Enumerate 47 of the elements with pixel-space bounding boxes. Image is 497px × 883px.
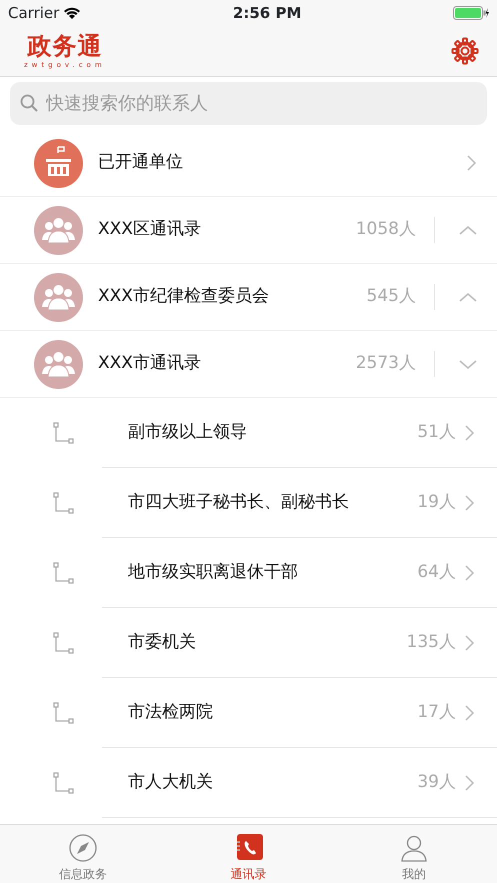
branch-icon	[52, 491, 76, 515]
group-icon	[34, 340, 83, 388]
member-count: 64人	[417, 560, 456, 584]
building-icon	[34, 138, 83, 188]
carrier-name: Carrier	[8, 2, 60, 24]
member-count: 1058人	[356, 218, 416, 242]
branch-icon	[52, 561, 76, 585]
chevron-icon	[464, 494, 475, 512]
settings-icon[interactable]	[451, 37, 479, 65]
member-count: 17人	[417, 700, 456, 724]
group-icon	[34, 206, 83, 254]
member-count: 2573人	[356, 352, 416, 376]
battery-icon	[453, 6, 489, 20]
chevron-icon	[464, 634, 475, 652]
status-time: 2:56 PM	[232, 2, 302, 24]
member-count: 39人	[417, 770, 456, 794]
subgroup-row[interactable]: 市四大班子秘书长、副秘书长 19人	[102, 468, 497, 538]
subgroup-row[interactable]: 市法检两院 17人	[102, 678, 497, 748]
subgroup-row[interactable]: 副市级以上领导 51人	[102, 398, 497, 468]
group-row[interactable]: XXX市纪律检查委员会 545人	[0, 264, 497, 331]
branch-icon	[52, 771, 76, 795]
compass-icon	[68, 833, 98, 862]
units-row[interactable]: 已开通单位	[0, 130, 497, 197]
tab-item[interactable]: 信息政务	[0, 825, 166, 883]
subgroup-row[interactable]: 市委机关 135人	[102, 608, 497, 678]
group-row[interactable]: XXX区通讯录 1058人	[0, 197, 497, 264]
group-row[interactable]: XXX市通讯录 2573人	[0, 331, 497, 398]
subgroup-row[interactable]: 地市级实职离退休干部 64人	[102, 538, 497, 608]
tab-item[interactable]: 我的	[331, 825, 497, 883]
chevron-icon	[464, 564, 475, 582]
tab-item[interactable]: 通讯录	[166, 825, 332, 883]
chevron-icon	[464, 424, 475, 442]
person-icon	[399, 833, 430, 862]
chevron-icon	[464, 704, 475, 722]
member-count: 545人	[366, 285, 416, 308]
branch-icon	[52, 701, 76, 725]
member-count: 51人	[417, 420, 456, 444]
branch-icon	[52, 421, 76, 445]
chevron-icon	[464, 774, 475, 792]
logo-title: 政务通	[27, 34, 102, 58]
subgroup-row[interactable]: 市人大机关 39人	[102, 748, 497, 818]
chevron-icon	[466, 154, 477, 172]
wifi-icon	[63, 6, 82, 20]
member-count: 135人	[406, 630, 456, 654]
group-icon	[34, 272, 83, 322]
branch-icon	[52, 631, 76, 655]
member-count: 19人	[417, 490, 456, 514]
